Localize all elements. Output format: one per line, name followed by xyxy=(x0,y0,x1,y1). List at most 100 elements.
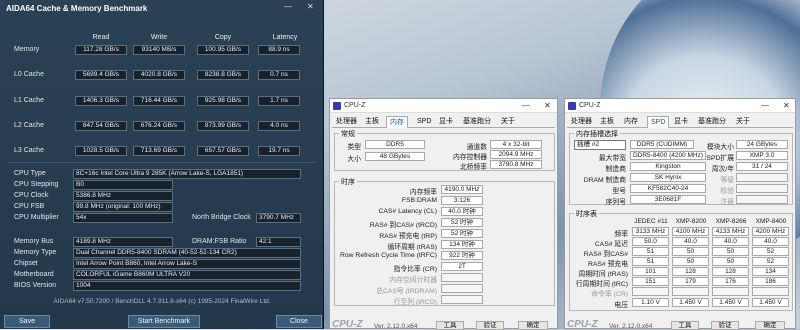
tab-memory[interactable]: 内存 xyxy=(621,116,641,128)
spd-cell xyxy=(712,287,749,296)
tab-spd[interactable]: SPD xyxy=(414,116,434,128)
row-label-memory: Memory xyxy=(14,46,40,53)
week-value: 31 / 24 xyxy=(736,162,788,171)
start-benchmark-button[interactable]: Start Benchmark xyxy=(128,315,200,328)
spd-cell xyxy=(752,287,789,296)
spd-row-label: 频率 xyxy=(614,231,628,238)
tab-bench[interactable]: 基准跑分 xyxy=(695,116,729,128)
save-button[interactable]: Save xyxy=(4,315,50,328)
cpu-mult-label: CPU Multiplier xyxy=(14,214,59,221)
close-window-button[interactable]: ✕ xyxy=(307,2,314,11)
close-icon[interactable]: ✕ xyxy=(544,101,551,110)
type-label: 类型 xyxy=(347,144,361,151)
spd-cell: 50.0 xyxy=(632,237,669,246)
tab-mainboard[interactable]: 主板 xyxy=(597,116,617,128)
cpu-clock-label: CPU Clock xyxy=(14,192,49,199)
mem-bus-value: 4189.8 MHz xyxy=(73,237,173,247)
minimize-button[interactable]: — xyxy=(284,2,292,11)
l2-latency: 4.0 ns xyxy=(258,121,300,131)
bios-label: BIOS Version xyxy=(14,282,57,289)
l2-read: 847.54 GB/s xyxy=(75,121,127,131)
nb-clock-label: North Bridge Clock xyxy=(192,214,251,221)
spd-cell: 101 xyxy=(632,267,669,276)
spd-cell xyxy=(672,287,709,296)
close-icon[interactable]: ✕ xyxy=(783,101,790,110)
l2-write: 676.24 GB/s xyxy=(133,121,185,131)
tab-spd[interactable]: SPD xyxy=(647,116,670,128)
spd-row-label: 行周期时间 (tRC) xyxy=(575,281,628,288)
spd-cell: 40.0 xyxy=(672,237,709,246)
l1-write: 716.44 GB/s xyxy=(133,96,185,106)
timing-value: 922 时钟 xyxy=(441,251,483,260)
dram-ratio-label: DRAM:FSB Ratio xyxy=(192,238,247,245)
timing-value: 52 时钟 xyxy=(441,229,483,238)
module-size-label: 模块大小 xyxy=(706,144,734,151)
tab-memory[interactable]: 内存 xyxy=(386,116,408,128)
timing-table-group: 时序表 JEDEC #11 XMP-8200 XMP-8266 XMP-8400… xyxy=(569,209,793,311)
memory-read: 117.28 GB/s xyxy=(75,45,127,55)
tab-bench[interactable]: 基准跑分 xyxy=(460,116,494,128)
module-size-value: 24 GBytes xyxy=(736,140,788,149)
minimize-icon[interactable]: — xyxy=(522,101,530,110)
l0-latency: 0.7 ns xyxy=(258,70,300,80)
cpu-type-value: 8C+16c Intel Core Ultra 9 285K (Arrow La… xyxy=(73,169,301,179)
minimize-icon[interactable]: — xyxy=(761,101,769,110)
mc-value: 2094.9 MHz xyxy=(490,150,542,159)
timing-label: FSB:DRAM xyxy=(401,197,437,204)
tab-about[interactable]: 关于 xyxy=(498,116,518,128)
channel-label: 通道数 xyxy=(466,144,487,151)
timings-group: 时序 内存频率 4190.0 MHz FSB:DRAM 3:126 CAS# L… xyxy=(334,177,555,306)
tab-cpu[interactable]: 处理器 xyxy=(568,116,595,128)
serial-label: 序列号 xyxy=(605,199,626,206)
mem-type-value: Dual Channel DDR5-8400 SDRAM (40-52-52-1… xyxy=(73,248,301,258)
general-group-title: 常规 xyxy=(339,129,357,139)
tab-mainboard[interactable]: 主板 xyxy=(362,116,382,128)
size-value: 48 GBytes xyxy=(365,152,425,161)
size-label: 大小 xyxy=(347,156,361,163)
aida-window-title: AIDA64 Cache & Memory Benchmark xyxy=(6,4,148,13)
chipset-value: Intel Arrow Point B860, Intel Arrow Lake… xyxy=(73,259,301,269)
spd-cell: 176 xyxy=(712,277,749,286)
part-label: 型号 xyxy=(612,188,626,195)
reg-value xyxy=(736,184,788,193)
tab-graphics[interactable]: 显卡 xyxy=(436,116,456,128)
nb-label: 北桥频率 xyxy=(459,164,487,171)
row-label-l2: L2 Cache xyxy=(14,122,44,129)
tab-cpu[interactable]: 处理器 xyxy=(333,116,360,128)
l2-copy: 873.99 GB/s xyxy=(197,121,249,131)
timing-value xyxy=(441,273,483,282)
spd-cell: 50 xyxy=(672,247,709,256)
l3-latency: 19.7 ns xyxy=(258,146,300,156)
spd-cell: 50 xyxy=(712,257,749,266)
header-write: Write xyxy=(150,34,168,41)
tab-graphics[interactable]: 显卡 xyxy=(671,116,691,128)
dram-ratio-value: 42:1 xyxy=(256,237,301,247)
slot-type: DDR5 (CUDIMM) xyxy=(630,140,694,149)
timing-value: 4190.0 MHz xyxy=(441,185,483,194)
l0-copy: 8238.8 GB/s xyxy=(197,70,249,80)
cpuz-logo-icon xyxy=(333,102,341,110)
row-label-l0: L0 Cache xyxy=(14,71,44,78)
spd-cell: 128 xyxy=(712,267,749,276)
spd-cell: 51 xyxy=(632,257,669,266)
spd-cell: 4133 MHz xyxy=(712,227,749,236)
mem-bus-label: Memory Bus xyxy=(14,238,54,245)
cpuz-footer-logo: CPU-Z xyxy=(332,319,363,330)
spd-cell: 51 xyxy=(632,247,669,256)
mobo-value: COLORFUL iGame B860M ULTRA V20 xyxy=(73,270,301,280)
slot-group: 内存插槽选择 插槽 #2 DDR5 (CUDIMM) 模块大小 24 GByte… xyxy=(569,129,793,206)
tab-about[interactable]: 关于 xyxy=(733,116,753,128)
timing-value: 40.0 时钟 xyxy=(441,207,483,216)
spd-row-label: CAS# 延迟 xyxy=(594,241,628,248)
cpuz-titlebar: CPU-Z — ✕ xyxy=(330,99,557,113)
slot-select[interactable]: 插槽 #2 xyxy=(574,140,626,150)
l0-read: 5699.4 GB/s xyxy=(75,70,127,80)
manuf-label: 制造商 xyxy=(605,166,626,173)
rank-value xyxy=(736,173,788,182)
header-latency: Latency xyxy=(272,34,298,41)
close-button[interactable]: Close xyxy=(276,315,322,328)
col-header: XMP-8400 xyxy=(755,218,787,225)
spd-ext-value: XMP 3.0 xyxy=(736,151,788,160)
cpu-stepping-label: CPU Stepping xyxy=(14,181,59,188)
l3-read: 1028.5 GB/s xyxy=(75,146,127,156)
